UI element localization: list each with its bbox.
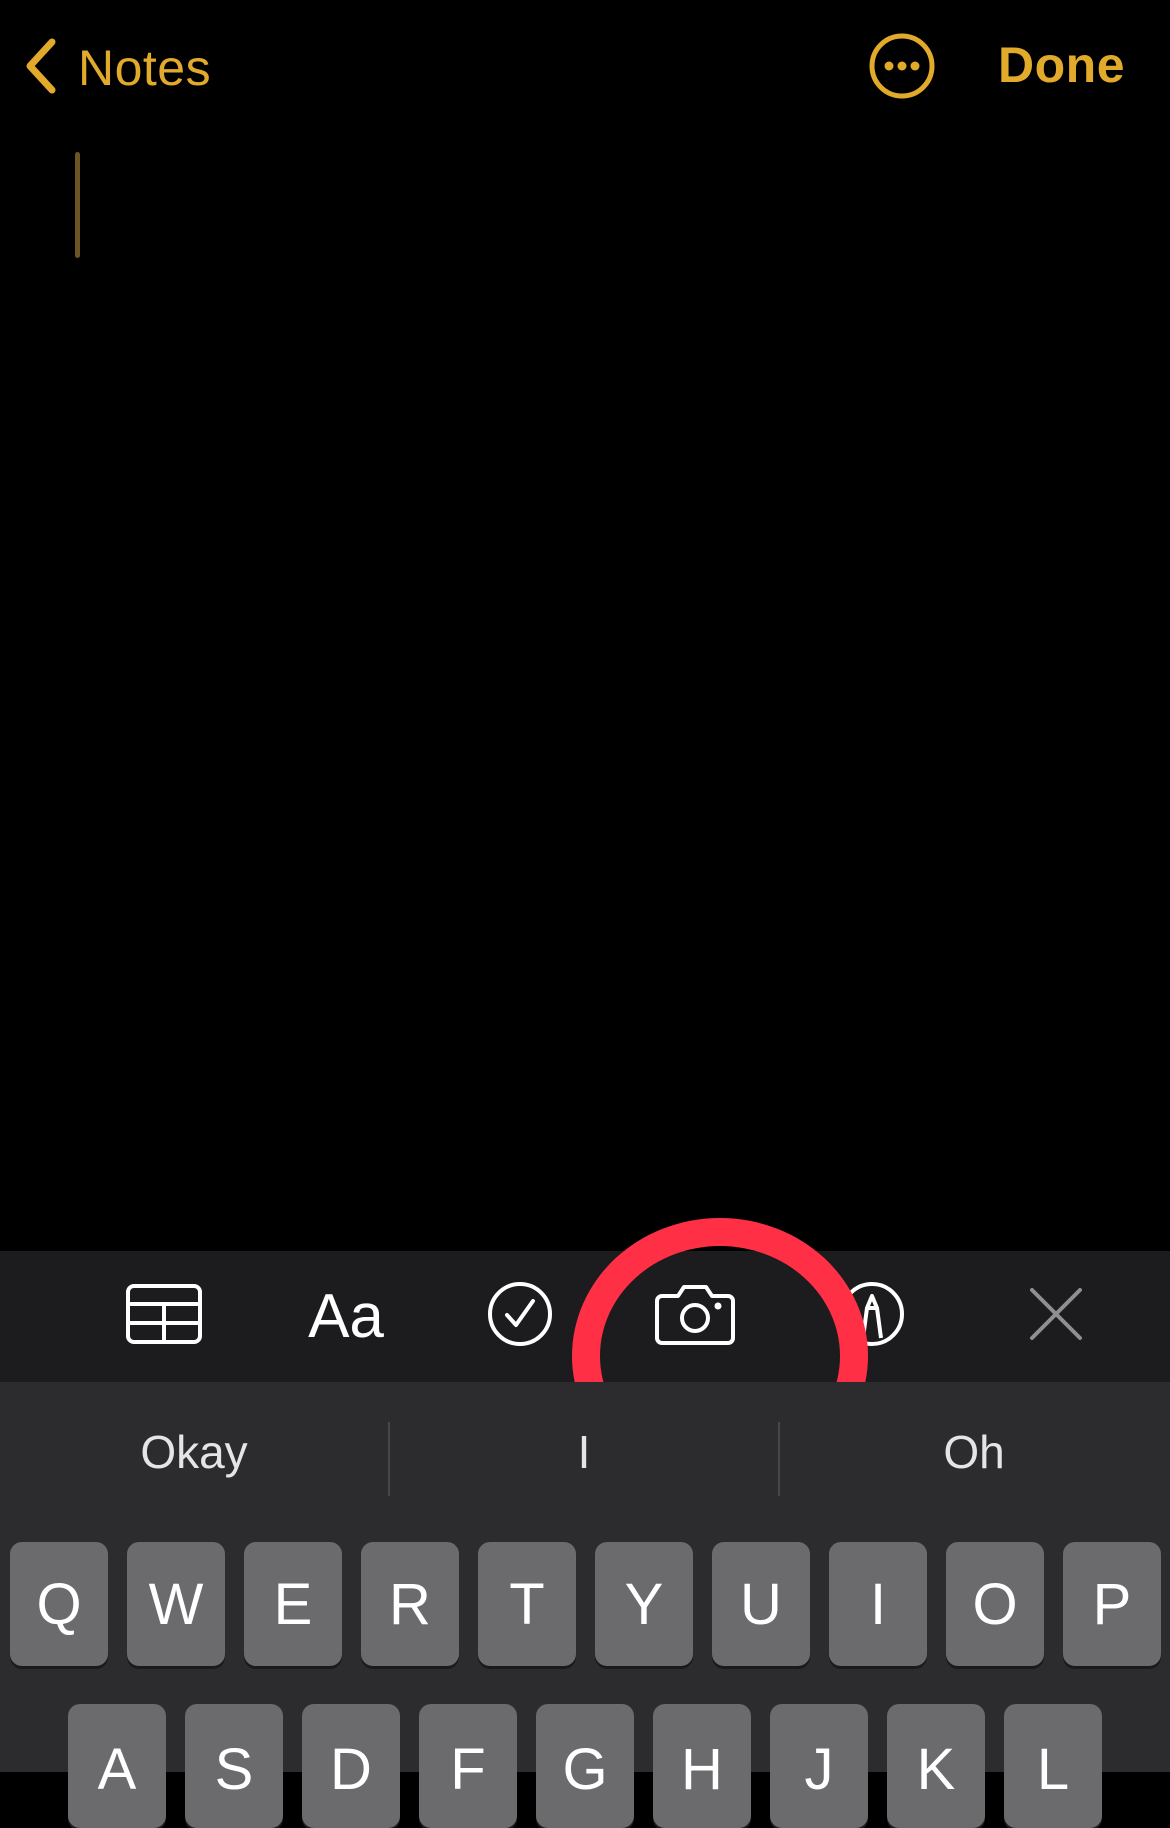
key-u[interactable]: U: [712, 1542, 810, 1666]
back-button[interactable]: Notes: [24, 28, 211, 108]
table-icon: [125, 1283, 203, 1350]
key-l[interactable]: L: [1004, 1704, 1102, 1828]
key-f[interactable]: F: [419, 1704, 517, 1828]
predictive-text-bar: Okay I Oh: [0, 1382, 1170, 1522]
key-p[interactable]: P: [1063, 1542, 1161, 1666]
key-t[interactable]: T: [478, 1542, 576, 1666]
text-format-button[interactable]: Aa: [296, 1251, 396, 1382]
format-text-icon: Aa: [308, 1282, 384, 1351]
key-g[interactable]: G: [536, 1704, 634, 1828]
note-editor[interactable]: [0, 140, 1170, 1250]
key-d[interactable]: D: [302, 1704, 400, 1828]
navigation-bar: Notes Done: [0, 0, 1170, 140]
key-e[interactable]: E: [244, 1542, 342, 1666]
checklist-button[interactable]: [480, 1251, 560, 1382]
key-a[interactable]: A: [68, 1704, 166, 1828]
key-q[interactable]: Q: [10, 1542, 108, 1666]
format-toolbar: Aa: [0, 1251, 1170, 1382]
back-button-label: Notes: [78, 40, 212, 96]
key-k[interactable]: K: [887, 1704, 985, 1828]
checklist-icon: [486, 1280, 554, 1353]
suggestion-item[interactable]: I: [390, 1382, 778, 1522]
ellipsis-circle-icon: [868, 33, 936, 104]
camera-button[interactable]: [650, 1251, 740, 1382]
key-w[interactable]: W: [127, 1542, 225, 1666]
key-s[interactable]: S: [185, 1704, 283, 1828]
suggestion-item[interactable]: Oh: [780, 1382, 1168, 1522]
key-r[interactable]: R: [361, 1542, 459, 1666]
key-o[interactable]: O: [946, 1542, 1044, 1666]
key-i[interactable]: I: [829, 1542, 927, 1666]
close-icon: [1028, 1286, 1084, 1347]
table-button[interactable]: [118, 1251, 210, 1382]
key-j[interactable]: J: [770, 1704, 868, 1828]
key-h[interactable]: H: [653, 1704, 751, 1828]
done-button[interactable]: Done: [998, 36, 1125, 94]
key-y[interactable]: Y: [595, 1542, 693, 1666]
chevron-left-icon: [24, 36, 58, 101]
close-toolbar-button[interactable]: [1020, 1251, 1092, 1382]
text-cursor: [75, 152, 80, 258]
markup-icon: [838, 1280, 906, 1353]
camera-icon: [654, 1282, 736, 1351]
markup-button[interactable]: [832, 1251, 912, 1382]
keyboard: Okay I Oh Q W E R T Y U I O P A S D F G …: [0, 1382, 1170, 1828]
suggestion-item[interactable]: Okay: [0, 1382, 388, 1522]
more-options-button[interactable]: [868, 32, 936, 100]
